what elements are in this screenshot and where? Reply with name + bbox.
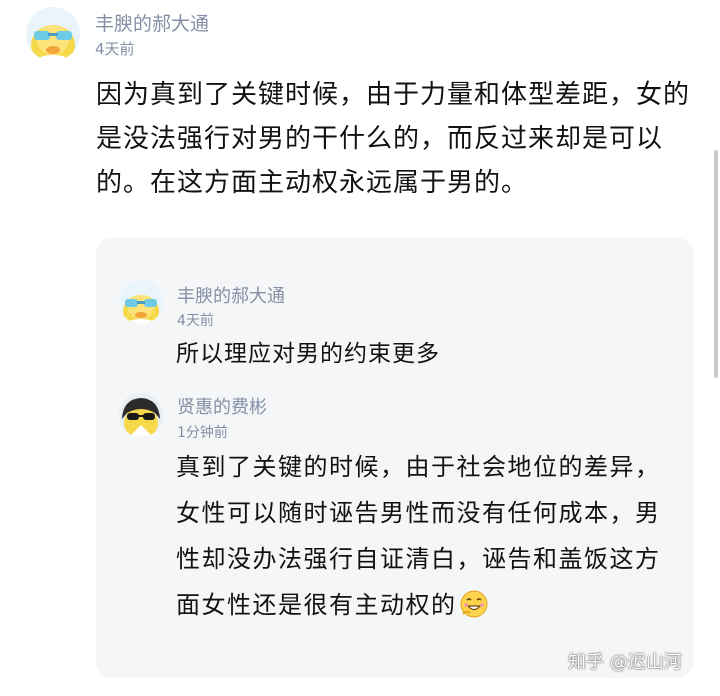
username[interactable]: 丰腴的郝大通 (95, 9, 209, 36)
avatar[interactable] (119, 393, 163, 437)
dark-hair-sunglasses-icon (119, 393, 163, 437)
reply-text: 所以理应对男的约束更多 (176, 341, 440, 367)
reply-text-container: 真到了关键的时候，由于社会地位的差异，女性可以随时诬告男性而没有任何成本，男性却… (176, 444, 676, 628)
yellow-character-sunglasses-icon (26, 7, 80, 61)
comment-thread: 丰腴的郝大通 4天前 因为真到了关键时候，由于力量和体型差距，女的是没法强行对男… (0, 0, 720, 696)
reply-text: 真到了关键的时候，由于社会地位的差异，女性可以随时诬告男性而没有任何成本，男性却… (176, 453, 661, 619)
scrollbar[interactable] (714, 150, 718, 378)
yellow-character-sunglasses-icon (119, 280, 163, 324)
reply-username[interactable]: 丰腴的郝大通 (177, 282, 285, 308)
timestamp: 4天前 (95, 40, 135, 58)
comment-text: 因为真到了关键时候，由于力量和体型差距，女的是没法强行对男的干什么的，而反过来却… (96, 80, 691, 198)
reply-timestamp: 4天前 (177, 313, 214, 329)
reply-timestamp: 1分钟前 (177, 425, 228, 441)
sly-grin-emoji-icon (460, 590, 487, 618)
watermark: 知乎 @迟山河 (568, 652, 682, 673)
avatar[interactable] (26, 7, 80, 61)
avatar[interactable] (119, 280, 163, 324)
reply-username[interactable]: 贤惠的费彬 (177, 393, 267, 419)
